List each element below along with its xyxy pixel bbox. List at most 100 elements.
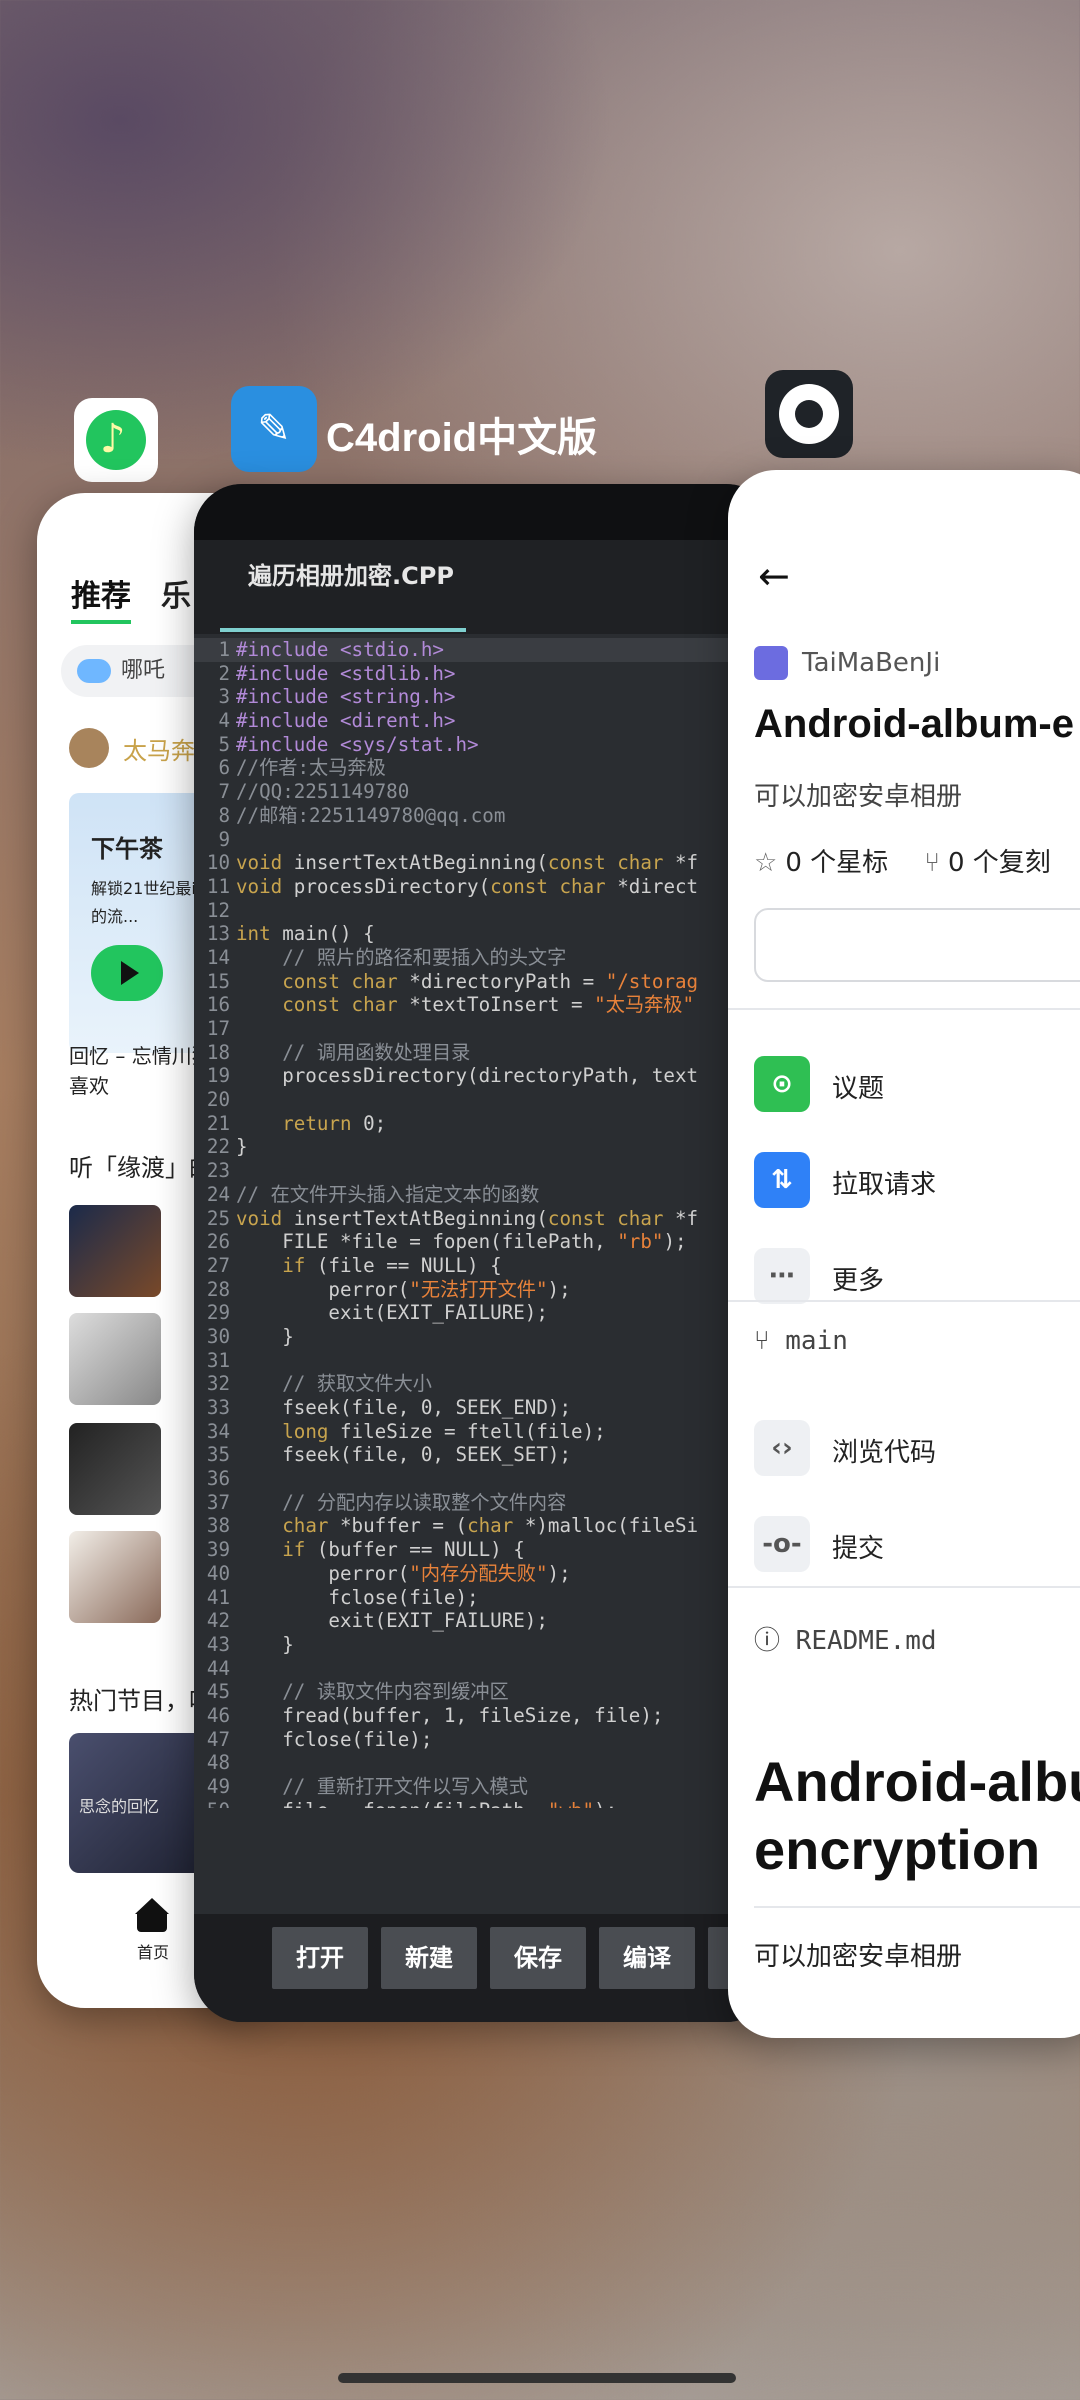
back-arrow-icon[interactable]: ← xyxy=(758,554,790,598)
code-line[interactable]: 16 const char *textToInsert = "太马奔极" xyxy=(194,993,774,1017)
code-line[interactable]: 19 processDirectory(directoryPath, text xyxy=(194,1064,774,1088)
branch-selector[interactable]: ⑂ main xyxy=(754,1326,848,1356)
code-line[interactable]: 11 void processDirectory(const char *dire… xyxy=(194,875,774,899)
save-button[interactable]: 保存 xyxy=(490,1927,586,1989)
code-line[interactable]: 22} xyxy=(194,1135,774,1159)
more-icon: ⋯ xyxy=(754,1248,810,1304)
song-thumbnail[interactable] xyxy=(69,1205,161,1297)
code-line[interactable]: 42 exit(EXIT_FAILURE); xyxy=(194,1609,774,1633)
code-line[interactable]: 21 return 0; xyxy=(194,1112,774,1136)
fork-count[interactable]: 0 个复刻 xyxy=(948,848,1051,878)
code-line[interactable]: 33 fseek(file, 0, SEEK_END); xyxy=(194,1396,774,1420)
file-tab[interactable]: 遍历相册加密.CPP xyxy=(248,540,454,634)
line-number: 6 xyxy=(218,756,230,780)
star-count[interactable]: 0 个星标 xyxy=(785,848,888,878)
code-text: const char *directoryPath = "/storag xyxy=(282,969,699,993)
banner-title: 下午茶 xyxy=(91,835,163,863)
pull-request-icon: ⇅ xyxy=(754,1152,810,1208)
tab-recommend[interactable]: 推荐 xyxy=(71,579,131,624)
code-line[interactable]: 40 perror("内存分配失败"); xyxy=(194,1562,774,1586)
code-line[interactable]: 46 fread(buffer, 1, fileSize, file); xyxy=(194,1704,774,1728)
code-line[interactable]: 34 long fileSize = ftell(file); xyxy=(194,1420,774,1444)
play-icon[interactable] xyxy=(91,945,163,1001)
song-thumbnail[interactable] xyxy=(69,1423,161,1515)
open-button[interactable]: 打开 xyxy=(272,1927,368,1989)
code-line[interactable]: 6//作者:太马奔极 xyxy=(194,756,774,780)
code-line[interactable]: 7//QQ:2251149780 xyxy=(194,780,774,804)
code-line[interactable]: 1 #include <stdio.h> xyxy=(194,638,774,662)
code-line[interactable]: 48 xyxy=(194,1751,774,1775)
code-line[interactable]: 47 fclose(file); xyxy=(194,1728,774,1752)
code-text: char *buffer = (char *)malloc(fileSi xyxy=(282,1514,699,1538)
new-button[interactable]: 新建 xyxy=(381,1927,477,1989)
program-thumbnail-text: 思念的回忆 xyxy=(79,1797,160,1816)
code-line[interactable]: 13 int main() { xyxy=(194,922,774,946)
user-avatar[interactable] xyxy=(69,728,109,768)
home-indicator[interactable] xyxy=(338,2373,736,2383)
commit-icon: -o- xyxy=(754,1516,810,1572)
code-line[interactable]: 50 file = fopen(filePath, "wb"); xyxy=(194,1799,774,1808)
line-number: 3 xyxy=(218,685,230,709)
line-number: 25 xyxy=(206,1206,230,1230)
code-line[interactable]: 44 xyxy=(194,1657,774,1681)
compile-button[interactable]: 编译 xyxy=(599,1927,695,1989)
code-line[interactable]: 37 // 分配内存以读取整个文件内容 xyxy=(194,1491,774,1515)
code-line[interactable]: 15 const char *directoryPath = "/storag xyxy=(194,970,774,994)
song-thumbnail[interactable] xyxy=(69,1313,161,1405)
code-line[interactable]: 10 void insertTextAtBeginning(const char … xyxy=(194,851,774,875)
code-line[interactable]: 4 #include <dirent.h> xyxy=(194,709,774,733)
code-line[interactable]: 8//邮箱:2251149780@qq.com xyxy=(194,804,774,828)
code-editor[interactable]: 1 #include <stdio.h> 2 #include <stdlib.h> 3… xyxy=(194,638,774,1808)
line-number: 19 xyxy=(206,1064,230,1088)
home-icon[interactable] xyxy=(135,1898,169,1932)
code-line[interactable]: 45 // 读取文件内容到缓冲区 xyxy=(194,1680,774,1704)
line-number: 2 xyxy=(218,661,230,685)
code-line[interactable]: 39 if (buffer == NULL) { xyxy=(194,1538,774,1562)
code-line[interactable]: 41 fclose(file); xyxy=(194,1586,774,1610)
owner-avatar[interactable] xyxy=(754,646,788,680)
code-line[interactable]: 29 exit(EXIT_FAILURE); xyxy=(194,1301,774,1325)
code-line[interactable]: 24// 在文件开头插入指定文本的函数 xyxy=(194,1183,774,1207)
line-number: 30 xyxy=(206,1324,230,1348)
star-button[interactable]: ☆ 星标 xyxy=(754,908,1080,982)
line-number: 18 xyxy=(206,1040,230,1064)
qq-music-app-icon[interactable] xyxy=(74,398,158,482)
code-line[interactable]: 36 xyxy=(194,1467,774,1491)
repo-owner[interactable]: TaiMaBenJi xyxy=(802,648,940,678)
code-line[interactable]: 26 FILE *file = fopen(filePath, "rb"); xyxy=(194,1230,774,1254)
code-line[interactable]: 5 #include <sys/stat.h> xyxy=(194,733,774,757)
code-line[interactable]: 30 } xyxy=(194,1325,774,1349)
c4droid-app-icon[interactable]: ✎ xyxy=(231,386,317,472)
code-line[interactable]: 2 #include <stdlib.h> xyxy=(194,662,774,686)
code-line[interactable]: 20 xyxy=(194,1088,774,1112)
c4droid-app-card[interactable]: 遍历相册加密.CPP 1 #include <stdio.h> 2 #include … xyxy=(194,484,774,2022)
code-line[interactable]: 12 xyxy=(194,899,774,923)
code-line[interactable]: 23 xyxy=(194,1159,774,1183)
line-number: 27 xyxy=(206,1253,230,1277)
code-line[interactable]: 18 // 调用函数处理目录 xyxy=(194,1041,774,1065)
code-line[interactable]: 28 perror("无法打开文件"); xyxy=(194,1278,774,1302)
code-line[interactable]: 43 } xyxy=(194,1633,774,1657)
code-text: if (file == NULL) { xyxy=(282,1253,502,1277)
line-number: 5 xyxy=(218,732,230,756)
tab-music[interactable]: 乐 xyxy=(161,579,191,614)
info-icon: ⓘ xyxy=(754,1626,781,1656)
code-line[interactable]: 49 // 重新打开文件以写入模式 xyxy=(194,1775,774,1799)
code-line[interactable]: 35 fseek(file, 0, SEEK_SET); xyxy=(194,1443,774,1467)
readme-header[interactable]: ⓘ README.md xyxy=(754,1620,937,1657)
line-number: 46 xyxy=(206,1703,230,1727)
github-app-card[interactable]: ← TaiMaBenJi Android-album-e 可以加密安卓相册 ☆ 0… xyxy=(728,470,1080,2038)
code-line[interactable]: 27 if (file == NULL) { xyxy=(194,1254,774,1278)
code-line[interactable]: 38 char *buffer = (char *)malloc(fileSi xyxy=(194,1514,774,1538)
code-line[interactable]: 9 xyxy=(194,828,774,852)
code-text: // 获取文件大小 xyxy=(282,1372,432,1396)
line-number: 42 xyxy=(206,1609,230,1633)
code-line[interactable]: 32 // 获取文件大小 xyxy=(194,1372,774,1396)
code-line[interactable]: 25 void insertTextAtBeginning(const char … xyxy=(194,1207,774,1231)
github-app-icon[interactable] xyxy=(765,370,853,458)
code-line[interactable]: 31 xyxy=(194,1349,774,1373)
code-line[interactable]: 17 xyxy=(194,1017,774,1041)
song-thumbnail[interactable] xyxy=(69,1531,161,1623)
code-line[interactable]: 3 #include <string.h> xyxy=(194,685,774,709)
code-line[interactable]: 14 // 照片的路径和要插入的头文字 xyxy=(194,946,774,970)
